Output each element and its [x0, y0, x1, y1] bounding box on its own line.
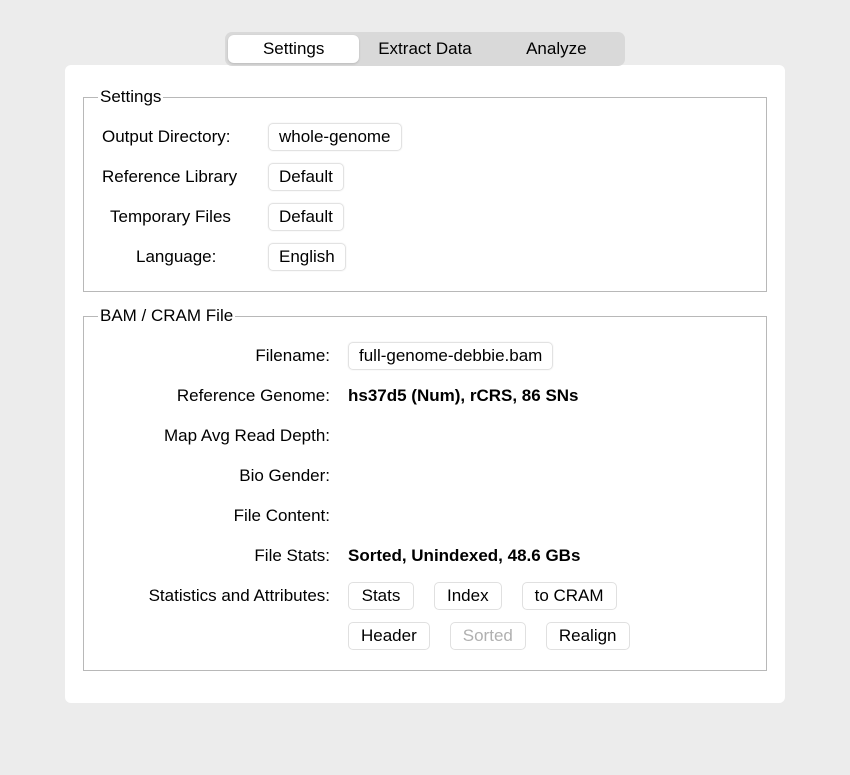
sorted-button: Sorted	[450, 622, 526, 650]
filename-label: Filename:	[98, 346, 348, 366]
file-stats-label: File Stats:	[98, 546, 348, 566]
settings-panel: Settings Output Directory: whole-genome …	[65, 65, 785, 703]
temporary-files-label: Temporary Files	[98, 207, 268, 227]
file-stats-value: Sorted, Unindexed, 48.6 GBs	[348, 546, 752, 566]
tab-settings[interactable]: Settings	[228, 35, 359, 63]
reference-genome-label: Reference Genome:	[98, 386, 348, 406]
bio-gender-label: Bio Gender:	[98, 466, 348, 486]
tab-analyze[interactable]: Analyze	[491, 35, 622, 63]
tab-bar: Settings Extract Data Analyze	[225, 32, 625, 66]
reference-library-value[interactable]: Default	[268, 163, 344, 191]
output-directory-label: Output Directory:	[98, 127, 268, 147]
file-content-label: File Content:	[98, 506, 348, 526]
map-avg-read-depth-label: Map Avg Read Depth:	[98, 426, 348, 446]
statistics-attributes-label: Statistics and Attributes:	[98, 586, 348, 606]
reference-library-label: Reference Library	[98, 167, 268, 187]
stats-button[interactable]: Stats	[348, 582, 414, 610]
language-value[interactable]: English	[268, 243, 346, 271]
temporary-files-value[interactable]: Default	[268, 203, 344, 231]
bam-cram-group: BAM / CRAM File Filename: full-genome-de…	[83, 306, 767, 671]
settings-legend: Settings	[98, 87, 163, 107]
to-cram-button[interactable]: to CRAM	[522, 582, 617, 610]
header-button[interactable]: Header	[348, 622, 430, 650]
bam-cram-legend: BAM / CRAM File	[98, 306, 235, 326]
realign-button[interactable]: Realign	[546, 622, 630, 650]
filename-value[interactable]: full-genome-debbie.bam	[348, 342, 553, 370]
reference-genome-value: hs37d5 (Num), rCRS, 86 SNs	[348, 386, 752, 406]
output-directory-value[interactable]: whole-genome	[268, 123, 402, 151]
index-button[interactable]: Index	[434, 582, 502, 610]
language-label: Language:	[98, 247, 268, 267]
tab-extract-data[interactable]: Extract Data	[359, 35, 490, 63]
settings-group: Settings Output Directory: whole-genome …	[83, 87, 767, 292]
main-window: Settings Extract Data Analyze Settings O…	[45, 20, 805, 723]
